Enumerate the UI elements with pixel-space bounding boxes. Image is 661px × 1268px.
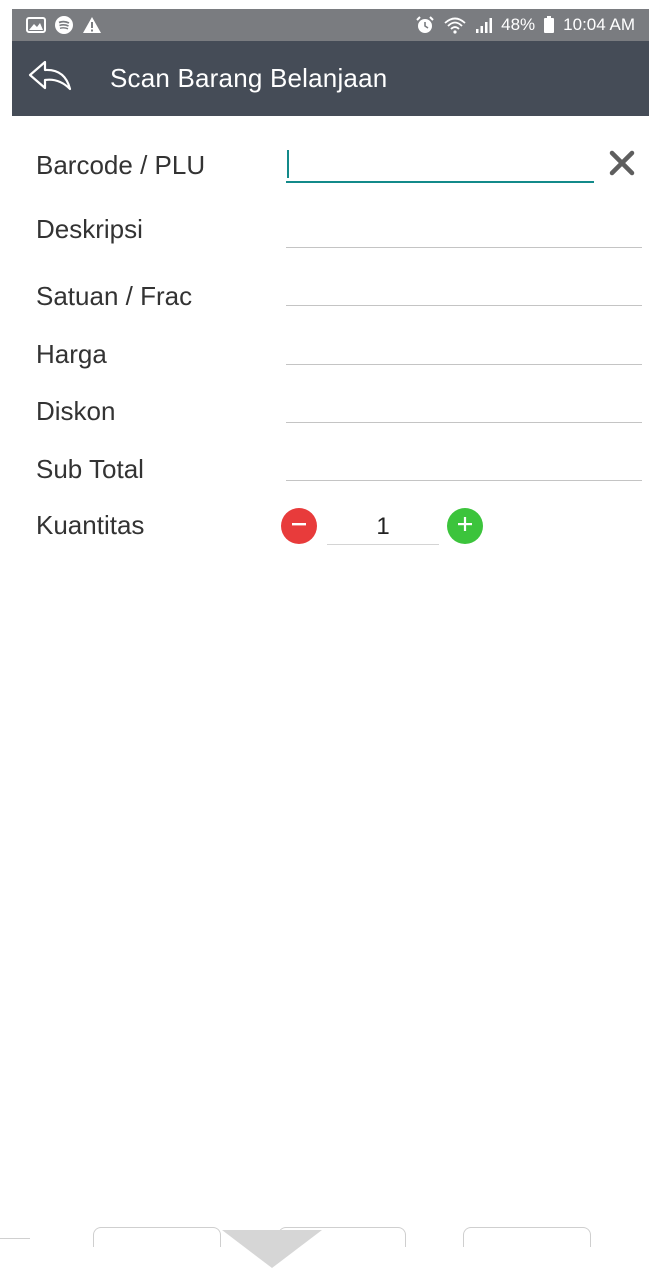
discount-input[interactable] — [286, 389, 642, 423]
spotify-icon — [54, 15, 74, 35]
description-label: Deskripsi — [36, 214, 143, 244]
bottom-tab-1[interactable] — [93, 1227, 221, 1247]
wifi-icon — [443, 15, 467, 35]
barcode-label: Barcode / PLU — [36, 150, 206, 180]
bottom-divider-left — [0, 1238, 30, 1239]
back-arrow-icon — [27, 59, 73, 98]
alarm-icon — [415, 15, 435, 35]
back-button[interactable] — [14, 41, 86, 116]
unit-input[interactable] — [286, 272, 642, 306]
decrease-quantity-button[interactable] — [281, 508, 317, 544]
close-icon — [607, 148, 637, 183]
page-title: Scan Barang Belanjaan — [110, 63, 388, 93]
text-caret — [287, 150, 289, 178]
unit-label: Satuan / Frac — [36, 281, 193, 311]
description-input[interactable] — [286, 214, 642, 248]
battery-percent: 48% — [501, 15, 536, 34]
watermark-shape — [222, 1230, 322, 1268]
increase-quantity-button[interactable] — [447, 508, 483, 544]
warning-icon — [82, 16, 102, 34]
price-label: Harga — [36, 339, 107, 369]
minus-icon — [290, 515, 308, 538]
signal-icon — [475, 16, 493, 34]
bottom-tab-3[interactable] — [463, 1227, 591, 1247]
price-input[interactable] — [286, 331, 642, 365]
plus-icon — [456, 515, 474, 538]
subtotal-label: Sub Total — [36, 454, 144, 484]
status-bar: 48% 10:04 AM — [12, 9, 649, 41]
subtotal-input[interactable] — [286, 447, 642, 481]
status-time: 10:04 AM — [563, 15, 635, 34]
discount-label: Diskon — [36, 396, 116, 426]
status-left-icons — [26, 15, 102, 35]
battery-icon — [543, 16, 555, 34]
quantity-input[interactable] — [327, 509, 439, 545]
app-bar: Scan Barang Belanjaan — [12, 41, 649, 116]
status-right-icons: 48% 10:04 AM — [415, 15, 635, 35]
quantity-label: Kuantitas — [36, 510, 145, 540]
image-icon — [26, 16, 46, 34]
clear-barcode-button[interactable] — [604, 147, 640, 183]
barcode-input[interactable] — [286, 149, 594, 183]
